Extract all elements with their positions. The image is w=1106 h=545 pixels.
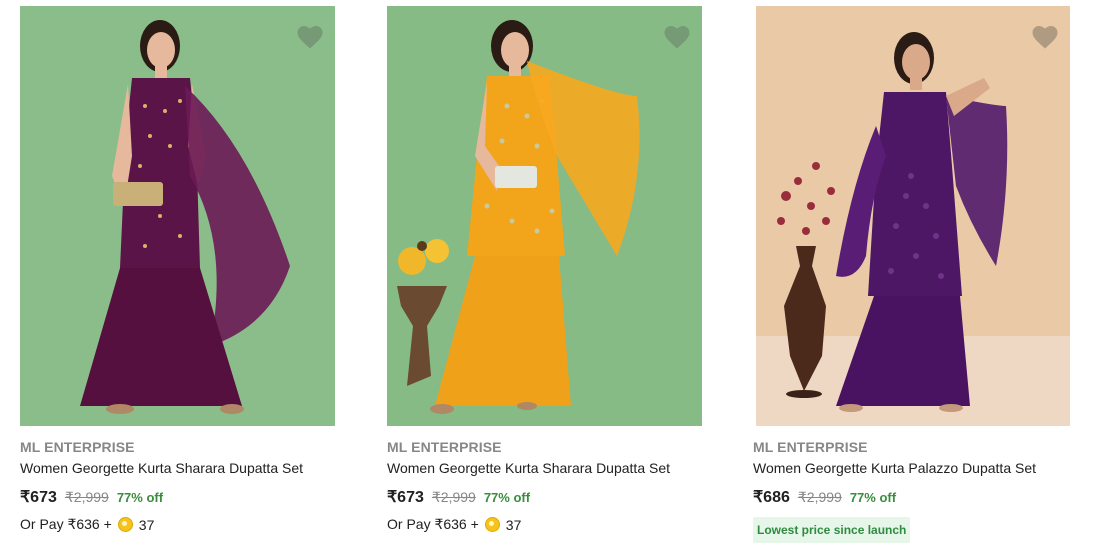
- product-card[interactable]: ML ENTERPRISE Women Georgette Kurta Shar…: [387, 6, 703, 533]
- product-image[interactable]: [20, 6, 335, 426]
- product-brand: ML ENTERPRISE: [20, 439, 135, 455]
- supercoin-icon: [117, 517, 133, 532]
- lowest-price-badge: Lowest price since launch: [753, 517, 911, 543]
- product-title[interactable]: Women Georgette Kurta Palazzo Dupatta Se…: [753, 460, 1069, 478]
- wishlist-heart-icon[interactable]: [662, 22, 692, 50]
- selling-price: ₹686: [753, 489, 790, 506]
- product-brand: ML ENTERPRISE: [387, 439, 502, 455]
- wishlist-heart-icon[interactable]: [1030, 22, 1060, 50]
- supercoin-offer: Or Pay ₹636 + 37: [387, 516, 703, 533]
- product-image[interactable]: [756, 6, 1070, 426]
- pay-amount-label: Or Pay ₹636 +: [387, 516, 479, 532]
- price-row: ₹673 ₹2,999 77% off: [20, 487, 336, 509]
- price-row: ₹673 ₹2,999 77% off: [387, 487, 703, 509]
- discount-label: 77% off: [116, 490, 164, 505]
- selling-price: ₹673: [387, 489, 424, 506]
- product-card[interactable]: ML ENTERPRISE Women Georgette Kurta Shar…: [20, 6, 336, 533]
- selling-price: ₹673: [20, 489, 57, 506]
- product-image[interactable]: [387, 6, 702, 426]
- coin-count: 37: [138, 516, 155, 533]
- wishlist-heart-icon[interactable]: [295, 22, 325, 50]
- supercoin-icon: [484, 517, 500, 532]
- discount-label: 77% off: [849, 490, 897, 505]
- coin-count: 37: [505, 516, 522, 533]
- product-title[interactable]: Women Georgette Kurta Sharara Dupatta Se…: [20, 460, 336, 478]
- pay-amount-label: Or Pay ₹636 +: [20, 516, 112, 532]
- product-title[interactable]: Women Georgette Kurta Sharara Dupatta Se…: [387, 460, 703, 478]
- product-brand: ML ENTERPRISE: [753, 439, 868, 455]
- original-price: ₹2,999: [64, 489, 109, 505]
- original-price: ₹2,999: [431, 489, 476, 505]
- supercoin-offer: Or Pay ₹636 + 37: [20, 516, 336, 533]
- discount-label: 77% off: [483, 490, 531, 505]
- original-price: ₹2,999: [797, 489, 842, 505]
- price-row: ₹686 ₹2,999 77% off: [753, 487, 1069, 509]
- product-card[interactable]: ML ENTERPRISE Women Georgette Kurta Pala…: [753, 6, 1070, 543]
